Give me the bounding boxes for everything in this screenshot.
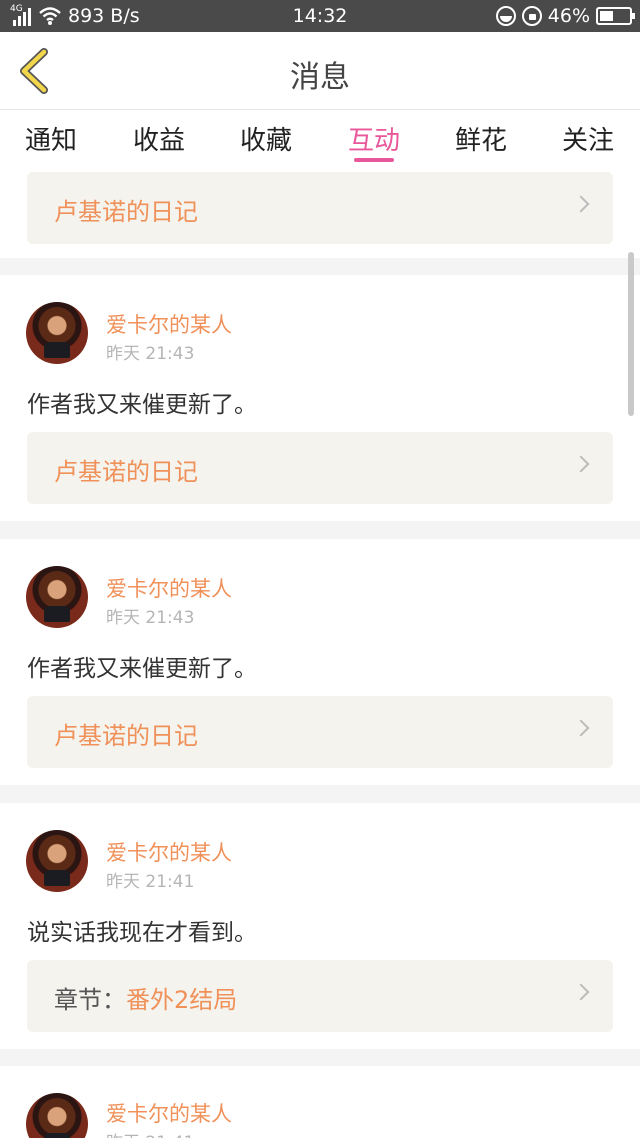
username[interactable]: 爱卡尔的某人 xyxy=(106,309,232,339)
avatar[interactable] xyxy=(26,830,88,892)
referenced-work[interactable]: 卢基诺的日记 xyxy=(27,432,613,504)
referenced-work-title: 卢基诺的日记 xyxy=(54,198,198,226)
app-header: 消息 xyxy=(0,32,640,110)
timestamp: 昨天 21:43 xyxy=(106,344,195,364)
comment-text: 说实话我现在才看到。 xyxy=(27,920,257,946)
referenced-work-title: 卢基诺的日记 xyxy=(54,722,198,750)
chevron-right-icon xyxy=(572,983,590,1001)
username[interactable]: 爱卡尔的某人 xyxy=(106,573,232,603)
active-tab-indicator xyxy=(354,158,394,162)
feed-card: 爱卡尔的某人 昨天 21:41 说实话我现在才看到。 章节：番外2结局 xyxy=(0,803,640,1049)
timestamp: 昨天 21:41 xyxy=(106,1128,194,1138)
timestamp: 昨天 21:41 xyxy=(106,872,195,892)
tab-favorites[interactable]: 收藏 xyxy=(221,120,311,157)
data-saver-icon xyxy=(495,6,516,26)
comment-text: 作者我又来催更新了。 xyxy=(27,656,257,682)
referenced-work-title: 卢基诺的日记 xyxy=(54,458,198,486)
tab-notifications[interactable]: 通知 xyxy=(6,120,96,157)
tab-following[interactable]: 关注 xyxy=(543,120,633,157)
status-bar: 4G 893 B/s 14:32 46% xyxy=(0,0,640,32)
rotation-lock-icon xyxy=(521,6,542,26)
referenced-chapter[interactable]: 章节：番外2结局 xyxy=(27,960,613,1032)
chevron-right-icon xyxy=(572,719,590,737)
scrollbar[interactable] xyxy=(628,252,634,416)
referenced-work[interactable]: 卢基诺的日记 xyxy=(27,172,613,244)
tab-earnings[interactable]: 收益 xyxy=(114,120,204,157)
battery-icon xyxy=(596,7,635,25)
avatar[interactable] xyxy=(26,302,88,364)
comment-text: 作者我又来催更新了。 xyxy=(27,392,257,418)
chevron-right-icon xyxy=(572,195,590,213)
feed-card: 爱卡尔的某人 昨天 21:41 xyxy=(0,1066,640,1138)
feed-card: 爱卡尔的某人 昨天 21:43 作者我又来催更新了。 卢基诺的日记 xyxy=(0,275,640,521)
avatar[interactable] xyxy=(26,566,88,628)
username[interactable]: 爱卡尔的某人 xyxy=(106,1098,232,1128)
page-title: 消息 xyxy=(290,60,350,95)
tab-bar: 通知 收益 收藏 互动 鲜花 关注 xyxy=(0,110,640,166)
tab-flowers[interactable]: 鲜花 xyxy=(436,120,526,157)
tab-interactions[interactable]: 互动 xyxy=(329,120,419,157)
feed-card: 爱卡尔的某人 昨天 21:43 作者我又来催更新了。 卢基诺的日记 xyxy=(0,539,640,785)
referenced-chapter-title: 章节：番外2结局 xyxy=(54,986,238,1014)
feed-card: 卢基诺的日记 xyxy=(0,166,640,258)
chevron-right-icon xyxy=(572,455,590,473)
interaction-feed[interactable]: 卢基诺的日记 爱卡尔的某人 昨天 21:43 作者我又来催更新了。 卢基诺的日记… xyxy=(0,166,640,1138)
battery-percent: 46% xyxy=(547,5,590,27)
username[interactable]: 爱卡尔的某人 xyxy=(106,837,232,867)
timestamp: 昨天 21:43 xyxy=(106,608,195,628)
avatar[interactable] xyxy=(26,1093,88,1138)
referenced-work[interactable]: 卢基诺的日记 xyxy=(27,696,613,768)
